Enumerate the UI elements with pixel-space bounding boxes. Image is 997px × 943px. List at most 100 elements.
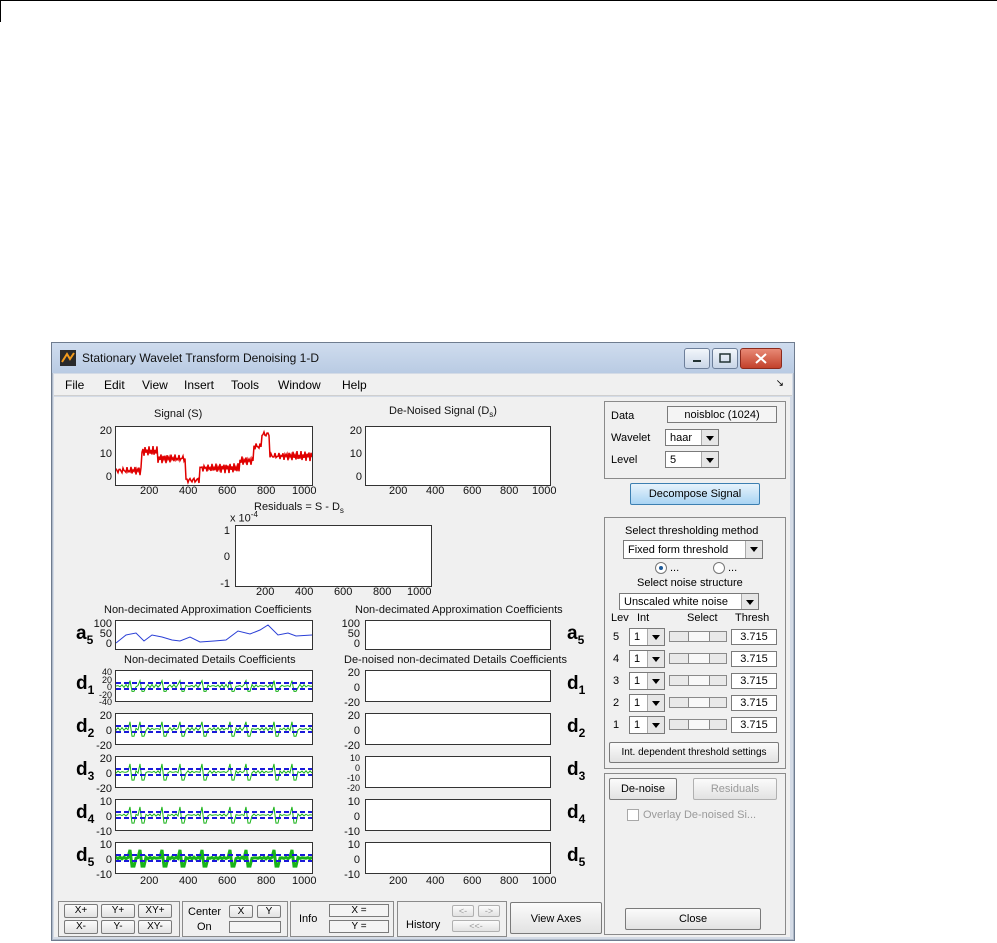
signal-axes[interactable] — [115, 426, 313, 486]
menu-edit[interactable]: Edit — [104, 378, 125, 392]
threshold-slider[interactable] — [669, 675, 727, 686]
menu-file[interactable]: File — [65, 378, 84, 392]
noise-structure-select[interactable]: Unscaled white noise — [619, 593, 759, 610]
ytick: 10 — [99, 796, 112, 808]
app-window: Stationary Wavelet Transform Denoising 1… — [51, 342, 795, 941]
ytick: 20 — [99, 710, 112, 722]
a5-left-axes[interactable] — [115, 620, 313, 650]
menu-window[interactable]: Window — [278, 378, 321, 392]
close-icon — [755, 353, 767, 364]
overlay-checkbox[interactable] — [627, 809, 639, 821]
xy-minus-button[interactable]: XY- — [138, 920, 172, 934]
slider-thumb[interactable] — [688, 632, 710, 641]
threshold-value-input[interactable]: 3.715 — [731, 629, 777, 645]
d3-right-axes[interactable] — [365, 756, 551, 788]
residuals-button[interactable]: Residuals — [693, 778, 777, 800]
threshold-value-input[interactable]: 3.715 — [731, 717, 777, 733]
wavelet-select[interactable]: haar — [665, 429, 719, 446]
interval-select[interactable]: 1 — [629, 694, 665, 712]
slider-thumb[interactable] — [688, 654, 710, 663]
y-minus-button[interactable]: Y- — [101, 920, 135, 934]
slider-thumb[interactable] — [688, 676, 710, 685]
denoise-button[interactable]: De-noise — [609, 778, 677, 800]
int-dependent-threshold-button[interactable]: Int. dependent threshold settings — [609, 742, 779, 763]
residuals-axes[interactable] — [235, 525, 432, 587]
ytick: 20 — [347, 710, 360, 722]
x-minus-button[interactable]: X- — [64, 920, 98, 934]
threshold-slider[interactable] — [669, 631, 727, 642]
center-x-button[interactable]: X — [229, 905, 253, 918]
signal-title: Signal (S) — [154, 408, 203, 420]
slider-thumb[interactable] — [688, 698, 710, 707]
radio-option-1[interactable] — [655, 562, 667, 574]
d5-left-axes[interactable] — [115, 670, 313, 702]
threshold-value-input[interactable]: 3.715 — [731, 651, 777, 667]
threshold-slider[interactable] — [669, 697, 727, 708]
chevron-down-icon — [741, 594, 758, 609]
interval-select[interactable]: 1 — [629, 650, 665, 668]
ytick: -20 — [96, 740, 112, 752]
slider-thumb[interactable] — [688, 720, 710, 729]
d4-right-axes[interactable] — [365, 713, 551, 745]
menu-view[interactable]: View — [142, 378, 168, 392]
select-method-label: Select thresholding method — [625, 525, 759, 537]
ytick: 0 — [105, 638, 112, 650]
menu-help[interactable]: Help — [342, 378, 367, 392]
dock-arrow-icon[interactable]: ↘ — [776, 378, 784, 389]
matlab-icon — [60, 350, 76, 366]
menu-bar: File Edit View Insert Tools Window Help … — [54, 374, 792, 396]
minimize-button[interactable] — [684, 348, 710, 369]
history-back-button[interactable]: <- — [452, 905, 474, 917]
interval-select[interactable]: 1 — [629, 716, 665, 734]
d2-right-axes[interactable] — [365, 799, 551, 831]
center-y-button[interactable]: Y — [257, 905, 281, 918]
overlay-label: Overlay De-noised Si... — [643, 809, 757, 821]
threshold-value-input[interactable]: 3.715 — [731, 673, 777, 689]
decompose-signal-button[interactable]: Decompose Signal — [630, 483, 760, 505]
threshold-slider[interactable] — [669, 719, 727, 730]
d1-right-axes[interactable] — [365, 842, 551, 874]
threshold-value-input[interactable]: 3.715 — [731, 695, 777, 711]
ytick: 0 — [353, 854, 360, 866]
menu-tools[interactable]: Tools — [231, 378, 259, 392]
xtick: 1000 — [407, 586, 432, 598]
maximize-button[interactable] — [712, 348, 738, 369]
ytick: -20 — [346, 783, 360, 793]
xtick: 200 — [389, 485, 408, 497]
history-forward-button[interactable]: -> — [478, 905, 500, 917]
ytick: 20 — [349, 425, 362, 437]
history-first-button[interactable]: <<- — [452, 920, 500, 932]
d3-left-axes[interactable] — [115, 756, 313, 788]
menu-insert[interactable]: Insert — [184, 378, 214, 392]
xtick: 400 — [426, 875, 445, 887]
xy-plus-button[interactable]: XY+ — [138, 904, 172, 918]
radio-option-2[interactable] — [713, 562, 725, 574]
history-label: History — [406, 919, 441, 931]
d1-left-axes[interactable] — [114, 842, 313, 874]
close-button[interactable]: Close — [625, 908, 761, 930]
d4-left-axes[interactable] — [115, 713, 313, 745]
info-panel: Info X = Y = — [290, 901, 394, 937]
denoised-axes[interactable] — [365, 426, 551, 486]
x-plus-button[interactable]: X+ — [64, 904, 98, 918]
a5-right-axes[interactable] — [365, 620, 551, 650]
xtick: 200 — [389, 875, 408, 887]
d2-left-axes[interactable] — [115, 799, 313, 831]
coef-label-d1-right: d5 — [567, 845, 586, 869]
d5-right-axes[interactable] — [365, 670, 551, 702]
page-border-top — [0, 0, 997, 1]
threshold-slider[interactable] — [669, 653, 727, 664]
threshold-method-select[interactable]: Fixed form threshold — [623, 540, 763, 559]
level-select[interactable]: 5 — [665, 451, 719, 468]
xtick: 800 — [257, 485, 276, 497]
view-axes-button[interactable]: View Axes — [510, 902, 602, 934]
data-value: noisbloc (1024) — [667, 406, 777, 423]
ytick: -20 — [344, 697, 360, 709]
interval-select[interactable]: 1 — [629, 628, 665, 646]
level-number: 3 — [613, 675, 620, 687]
interval-select[interactable]: 1 — [629, 672, 665, 690]
data-panel: Data noisbloc (1024) Wavelet haar Level … — [604, 401, 786, 479]
close-window-button[interactable] — [740, 348, 782, 369]
ytick: 10 — [349, 753, 360, 763]
y-plus-button[interactable]: Y+ — [101, 904, 135, 918]
